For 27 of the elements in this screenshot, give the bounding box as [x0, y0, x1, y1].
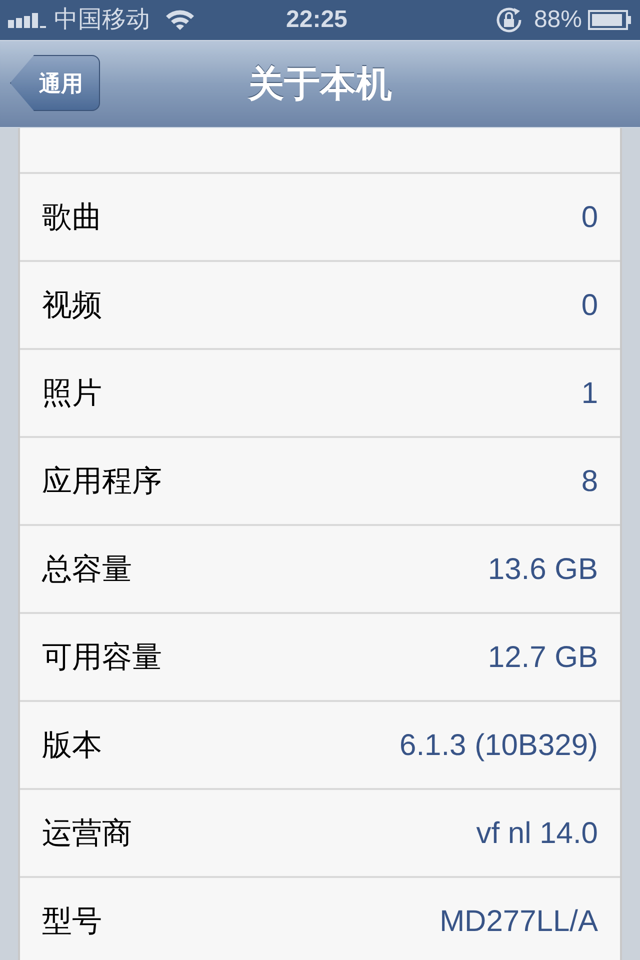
row-label: 可用容量 — [42, 640, 162, 676]
row-value: 8 — [581, 464, 598, 500]
row-value: 0 — [581, 200, 598, 236]
row-value: MD277LL/A — [440, 904, 598, 940]
row-label: 视频 — [42, 288, 102, 324]
row-label: 型号 — [42, 904, 102, 940]
row-value: 12.7 GB — [488, 640, 598, 676]
back-button[interactable]: 通用 — [10, 55, 100, 111]
row-value: 13.6 GB — [488, 552, 598, 588]
row-label: 应用程序 — [42, 464, 162, 500]
wifi-icon — [164, 8, 196, 32]
row-label: 歌曲 — [42, 200, 102, 236]
nav-title: 关于本机 — [248, 62, 392, 106]
row-value: 1 — [581, 376, 598, 412]
row-label: 版本 — [42, 728, 102, 764]
row-label: 照片 — [42, 376, 102, 412]
row-label: 运营商 — [42, 816, 132, 852]
row-label: 总容量 — [42, 552, 132, 588]
battery-icon — [588, 9, 632, 31]
row-value: 6.1.3 (10B329) — [400, 728, 598, 764]
clock-time: 22:25 — [286, 5, 348, 35]
carrier-name: 中国移动 — [54, 5, 150, 35]
rotation-lock-icon — [494, 5, 524, 35]
row-value: 0 — [581, 288, 598, 324]
battery-percent: 88% — [534, 5, 582, 35]
row-value: vf nl 14.0 — [476, 816, 598, 852]
signal-icon — [8, 12, 48, 28]
